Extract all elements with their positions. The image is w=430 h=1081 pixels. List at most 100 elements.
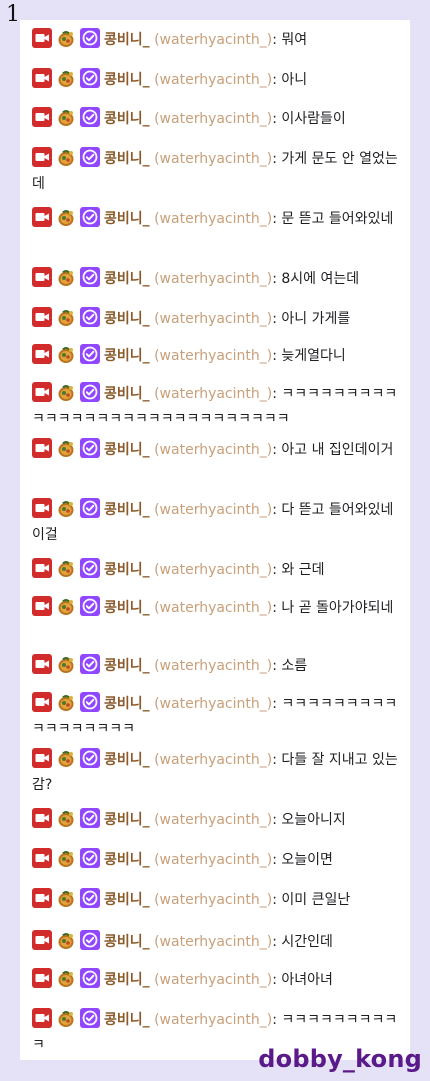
video-camera-icon[interactable] <box>32 558 52 578</box>
verified-check-icon[interactable] <box>80 596 100 616</box>
video-camera-icon[interactable] <box>32 692 52 712</box>
coin-pouch-icon[interactable] <box>56 498 76 518</box>
video-camera-icon[interactable] <box>32 438 52 458</box>
verified-check-icon[interactable] <box>80 68 100 88</box>
video-camera-icon[interactable] <box>32 848 52 868</box>
video-camera-icon[interactable] <box>32 307 52 327</box>
coin-pouch-icon[interactable] <box>56 107 76 127</box>
coin-pouch-icon[interactable] <box>56 654 76 674</box>
video-camera-icon[interactable] <box>32 596 52 616</box>
coin-pouch-icon[interactable] <box>56 307 76 327</box>
login-name[interactable]: (waterhyacinth_) <box>154 812 272 828</box>
coin-pouch-icon[interactable] <box>56 930 76 950</box>
video-camera-icon[interactable] <box>32 147 52 167</box>
coin-pouch-icon[interactable] <box>56 692 76 712</box>
verified-check-icon[interactable] <box>80 748 100 768</box>
video-camera-icon[interactable] <box>32 808 52 828</box>
coin-pouch-icon[interactable] <box>56 68 76 88</box>
verified-check-icon[interactable] <box>80 808 100 828</box>
username[interactable]: 콩비니_ <box>104 852 150 868</box>
login-name[interactable]: (waterhyacinth_) <box>154 600 272 616</box>
coin-pouch-icon[interactable] <box>56 344 76 364</box>
video-camera-icon[interactable] <box>32 107 52 127</box>
verified-check-icon[interactable] <box>80 848 100 868</box>
video-camera-icon[interactable] <box>32 968 52 988</box>
username[interactable]: 콩비니_ <box>104 972 150 988</box>
video-camera-icon[interactable] <box>32 498 52 518</box>
coin-pouch-icon[interactable] <box>56 808 76 828</box>
username[interactable]: 콩비니_ <box>104 442 150 458</box>
verified-check-icon[interactable] <box>80 147 100 167</box>
username[interactable]: 콩비니_ <box>104 934 150 950</box>
coin-pouch-icon[interactable] <box>56 596 76 616</box>
login-name[interactable]: (waterhyacinth_) <box>154 72 272 88</box>
verified-check-icon[interactable] <box>80 968 100 988</box>
coin-pouch-icon[interactable] <box>56 207 76 227</box>
username[interactable]: 콩비니_ <box>104 658 150 674</box>
verified-check-icon[interactable] <box>80 107 100 127</box>
login-name[interactable]: (waterhyacinth_) <box>154 1012 272 1028</box>
login-name[interactable]: (waterhyacinth_) <box>154 311 272 327</box>
username[interactable]: 콩비니_ <box>104 696 150 712</box>
video-camera-icon[interactable] <box>32 1008 52 1028</box>
video-camera-icon[interactable] <box>32 267 52 287</box>
coin-pouch-icon[interactable] <box>56 267 76 287</box>
verified-check-icon[interactable] <box>80 498 100 518</box>
username[interactable]: 콩비니_ <box>104 271 150 287</box>
coin-pouch-icon[interactable] <box>56 28 76 48</box>
login-name[interactable]: (waterhyacinth_) <box>154 211 272 227</box>
username[interactable]: 콩비니_ <box>104 892 150 908</box>
verified-check-icon[interactable] <box>80 267 100 287</box>
login-name[interactable]: (waterhyacinth_) <box>154 972 272 988</box>
username[interactable]: 콩비니_ <box>104 600 150 616</box>
login-name[interactable]: (waterhyacinth_) <box>154 502 272 518</box>
verified-check-icon[interactable] <box>80 344 100 364</box>
username[interactable]: 콩비니_ <box>104 211 150 227</box>
verified-check-icon[interactable] <box>80 558 100 578</box>
verified-check-icon[interactable] <box>80 654 100 674</box>
coin-pouch-icon[interactable] <box>56 438 76 458</box>
login-name[interactable]: (waterhyacinth_) <box>154 934 272 950</box>
coin-pouch-icon[interactable] <box>56 748 76 768</box>
verified-check-icon[interactable] <box>80 382 100 402</box>
coin-pouch-icon[interactable] <box>56 147 76 167</box>
login-name[interactable]: (waterhyacinth_) <box>154 852 272 868</box>
video-camera-icon[interactable] <box>32 68 52 88</box>
username[interactable]: 콩비니_ <box>104 752 150 768</box>
login-name[interactable]: (waterhyacinth_) <box>154 111 272 127</box>
coin-pouch-icon[interactable] <box>56 382 76 402</box>
username[interactable]: 콩비니_ <box>104 151 150 167</box>
login-name[interactable]: (waterhyacinth_) <box>154 32 272 48</box>
verified-check-icon[interactable] <box>80 888 100 908</box>
login-name[interactable]: (waterhyacinth_) <box>154 658 272 674</box>
verified-check-icon[interactable] <box>80 438 100 458</box>
coin-pouch-icon[interactable] <box>56 558 76 578</box>
login-name[interactable]: (waterhyacinth_) <box>154 752 272 768</box>
video-camera-icon[interactable] <box>32 28 52 48</box>
username[interactable]: 콩비니_ <box>104 812 150 828</box>
video-camera-icon[interactable] <box>32 888 52 908</box>
username[interactable]: 콩비니_ <box>104 348 150 364</box>
login-name[interactable]: (waterhyacinth_) <box>154 348 272 364</box>
username[interactable]: 콩비니_ <box>104 1012 150 1028</box>
verified-check-icon[interactable] <box>80 930 100 950</box>
verified-check-icon[interactable] <box>80 28 100 48</box>
video-camera-icon[interactable] <box>32 344 52 364</box>
verified-check-icon[interactable] <box>80 207 100 227</box>
verified-check-icon[interactable] <box>80 692 100 712</box>
login-name[interactable]: (waterhyacinth_) <box>154 696 272 712</box>
verified-check-icon[interactable] <box>80 1008 100 1028</box>
coin-pouch-icon[interactable] <box>56 848 76 868</box>
video-camera-icon[interactable] <box>32 748 52 768</box>
login-name[interactable]: (waterhyacinth_) <box>154 386 272 402</box>
username[interactable]: 콩비니_ <box>104 32 150 48</box>
login-name[interactable]: (waterhyacinth_) <box>154 562 272 578</box>
video-camera-icon[interactable] <box>32 207 52 227</box>
verified-check-icon[interactable] <box>80 307 100 327</box>
username[interactable]: 콩비니_ <box>104 386 150 402</box>
coin-pouch-icon[interactable] <box>56 888 76 908</box>
username[interactable]: 콩비니_ <box>104 311 150 327</box>
username[interactable]: 콩비니_ <box>104 72 150 88</box>
video-camera-icon[interactable] <box>32 654 52 674</box>
login-name[interactable]: (waterhyacinth_) <box>154 271 272 287</box>
